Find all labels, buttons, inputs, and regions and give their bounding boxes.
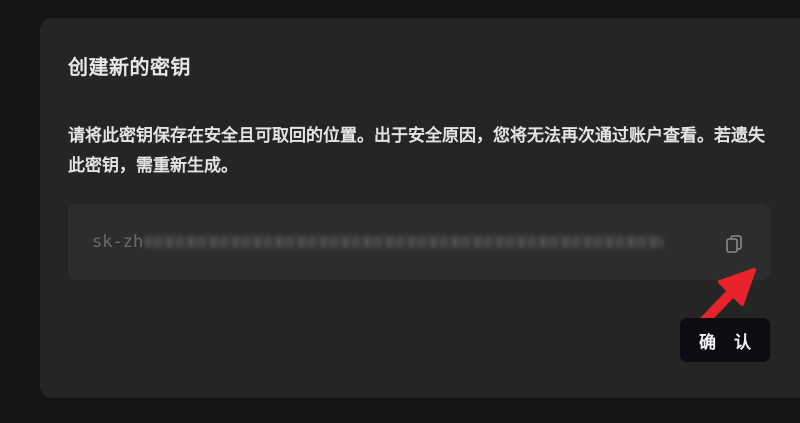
dialog-description: 请将此密钥保存在安全且可取回的位置。出于安全原因，您将无法再次通过账户查看。若遗… — [68, 126, 765, 176]
copy-icon — [726, 235, 742, 253]
create-key-dialog: 创建新的密钥 请将此密钥保存在安全且可取回的位置。出于安全原因，您将无法再次通过… — [40, 18, 800, 398]
secret-key-masked — [144, 236, 664, 248]
secret-key-prefix: sk-zh — [92, 232, 144, 252]
screen: 创建新的密钥 请将此密钥保存在安全且可取回的位置。出于安全原因，您将无法再次通过… — [0, 0, 800, 423]
dialog-title: 创建新的密钥 — [68, 55, 191, 79]
confirm-button[interactable]: 确 认 — [680, 318, 770, 362]
secret-key-field: sk-zh — [68, 204, 770, 280]
copy-key-button[interactable] — [720, 230, 748, 258]
